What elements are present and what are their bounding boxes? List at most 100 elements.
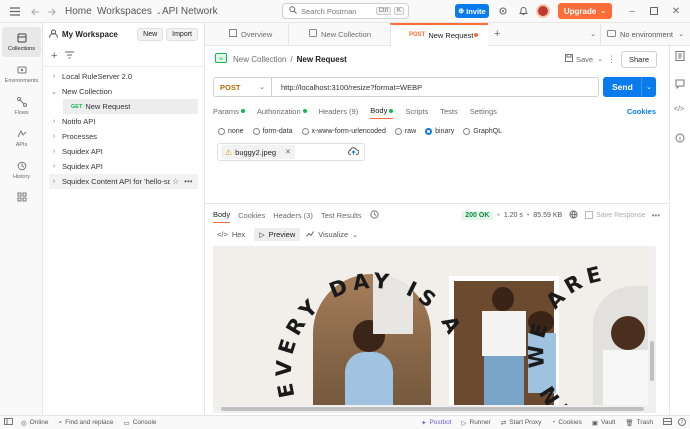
filter-icon[interactable] xyxy=(65,51,75,61)
star-icon[interactable]: ☆ xyxy=(172,177,179,186)
collection-item[interactable]: › Squidex API xyxy=(49,159,204,174)
tab-body[interactable]: Body xyxy=(370,103,394,119)
tabs-dropdown-icon[interactable]: ⌄ xyxy=(590,30,596,38)
start-proxy-button[interactable]: ⇄ Start Proxy xyxy=(501,419,542,427)
new-button[interactable]: New xyxy=(137,27,164,41)
save-button[interactable]: Save ⌄ xyxy=(565,54,603,64)
maximize-icon[interactable] xyxy=(648,5,660,17)
rail-item-apis[interactable]: APIs xyxy=(2,123,41,153)
comments-icon[interactable] xyxy=(675,79,685,91)
collection-item[interactable]: › Local RuleServer 2.0 xyxy=(49,69,204,84)
history-icon[interactable] xyxy=(370,209,379,221)
more-vertical-icon[interactable]: ⋮ xyxy=(607,54,616,65)
add-collection-icon[interactable]: + xyxy=(51,50,57,62)
cookies-link[interactable]: Cookies xyxy=(627,107,656,116)
rail-item-collections[interactable]: Collections xyxy=(2,27,41,57)
request-title[interactable]: New Request xyxy=(297,55,347,64)
collection-item[interactable]: ⌄ New Collection xyxy=(49,84,204,99)
tab-authorization[interactable]: Authorization xyxy=(257,103,307,119)
rail-item-history[interactable]: History xyxy=(2,155,41,185)
console-button[interactable]: ▭ Console xyxy=(124,419,157,427)
file-chip[interactable]: ⚠ buggy2.jpeg ✕ xyxy=(221,145,295,159)
online-status[interactable]: ◎ Online xyxy=(21,419,48,427)
status-badge[interactable]: 200 OK xyxy=(461,210,494,220)
import-button[interactable]: Import xyxy=(166,27,198,41)
vertical-scrollbar[interactable] xyxy=(648,246,656,405)
breadcrumb-parent[interactable]: New Collection xyxy=(233,55,286,64)
rail-item-configure[interactable] xyxy=(2,187,41,207)
response-tab-headers[interactable]: Headers (3) xyxy=(273,207,313,223)
horizontal-scrollbar[interactable] xyxy=(213,405,656,413)
remove-file-icon[interactable]: ✕ xyxy=(285,148,291,156)
view-hex[interactable]: </> Hex xyxy=(217,230,245,239)
minimize-icon[interactable]: – xyxy=(626,5,638,17)
home-link[interactable]: Home xyxy=(65,6,92,17)
response-size[interactable]: 85.59 KB xyxy=(533,212,562,219)
workspaces-menu[interactable]: Workspaces ⌄ xyxy=(97,6,162,17)
tab-tests[interactable]: Tests xyxy=(440,103,458,119)
forward-arrow-icon[interactable] xyxy=(45,5,57,18)
scrollbar-thumb[interactable] xyxy=(221,407,644,411)
body-mode-raw[interactable]: raw xyxy=(394,127,416,135)
tab-scripts[interactable]: Scripts xyxy=(405,103,428,119)
more-icon[interactable]: ••• xyxy=(652,211,660,220)
rail-item-flows[interactable]: Flows xyxy=(2,91,41,121)
postbot-button[interactable]: ✦ Postbot xyxy=(421,419,452,427)
more-icon[interactable]: ••• xyxy=(184,177,192,186)
runner-button[interactable]: ▷ Runner xyxy=(462,419,491,427)
body-mode-none[interactable]: none xyxy=(218,127,244,135)
documentation-icon[interactable] xyxy=(675,51,685,63)
response-time[interactable]: 1.20 s xyxy=(504,212,523,219)
cloud-upload-icon[interactable] xyxy=(348,147,360,157)
layout-icon[interactable] xyxy=(663,418,672,427)
view-preview[interactable]: ▷ Preview xyxy=(254,228,301,241)
tab-new-collection[interactable]: New Collection xyxy=(288,22,390,46)
request-item-new-request[interactable]: GET New Request xyxy=(63,99,198,114)
url-input[interactable]: http://localhost:3100/resize?format=WEBP xyxy=(281,83,422,92)
find-replace-button[interactable]: ⌕ Find and replace xyxy=(58,419,113,427)
scrollbar-thumb[interactable] xyxy=(650,341,654,381)
method-selector[interactable]: POST ⌄ xyxy=(214,78,272,96)
tab-headers[interactable]: Headers (9) xyxy=(319,103,359,119)
collection-item[interactable]: › Squidex Content API for 'hello-sq... ☆… xyxy=(49,174,198,189)
response-tab-body[interactable]: Body xyxy=(213,207,231,223)
bell-icon[interactable] xyxy=(517,5,529,17)
rail-item-environments[interactable]: Environments xyxy=(2,59,41,89)
search-bar[interactable]: Search Postman Ctrl K xyxy=(282,3,409,19)
cookies-button[interactable]: ◔ Cookies xyxy=(551,419,581,426)
invite-button[interactable]: ⊕ Invite xyxy=(455,4,489,18)
send-button[interactable]: Send ⌄ xyxy=(603,77,656,97)
body-mode-urlencoded[interactable]: x-www-form-urlencoded xyxy=(301,127,386,135)
share-button[interactable]: Share xyxy=(620,50,657,68)
response-tab-cookies[interactable]: Cookies xyxy=(238,207,265,223)
new-tab-icon[interactable]: + xyxy=(494,28,500,40)
tab-new-request[interactable]: POST New Request xyxy=(390,22,488,46)
avatar[interactable] xyxy=(536,4,550,18)
body-mode-form-data[interactable]: form-data xyxy=(252,127,293,135)
environment-selector[interactable]: No environment ⌄ xyxy=(600,22,690,46)
response-tab-test-results[interactable]: Test Results xyxy=(321,207,362,223)
collection-item[interactable]: › Processes xyxy=(49,129,204,144)
collection-item[interactable]: › Squidex API xyxy=(49,144,204,159)
sidebar-toggle-icon[interactable] xyxy=(4,418,13,427)
view-visualize[interactable]: Visualize ⌄ xyxy=(306,230,358,239)
upgrade-button[interactable]: Upgrade ⌄ xyxy=(558,3,612,19)
vault-button[interactable]: ▣ Vault xyxy=(592,419,616,427)
tab-overview[interactable]: Overview xyxy=(205,23,288,46)
collection-item[interactable]: › Notifo API xyxy=(49,114,204,129)
body-mode-graphql[interactable]: GraphQL xyxy=(463,127,502,135)
code-snippet-icon[interactable]: </> xyxy=(674,106,684,113)
save-response-button[interactable]: Save Response xyxy=(585,211,646,219)
trash-button[interactable]: 🗑 Trash xyxy=(625,419,653,427)
info-icon[interactable] xyxy=(675,133,685,145)
settings-icon[interactable] xyxy=(497,5,509,17)
menu-icon[interactable] xyxy=(8,5,22,18)
tab-settings[interactable]: Settings xyxy=(470,103,497,119)
api-network-link[interactable]: API Network xyxy=(162,6,218,17)
tab-params[interactable]: Params xyxy=(213,103,245,119)
back-arrow-icon[interactable] xyxy=(29,5,41,18)
globe-icon[interactable] xyxy=(569,209,578,221)
body-mode-binary[interactable]: binary xyxy=(425,127,454,135)
close-icon[interactable]: ✕ xyxy=(670,5,682,17)
help-icon[interactable]: ? xyxy=(678,417,686,428)
